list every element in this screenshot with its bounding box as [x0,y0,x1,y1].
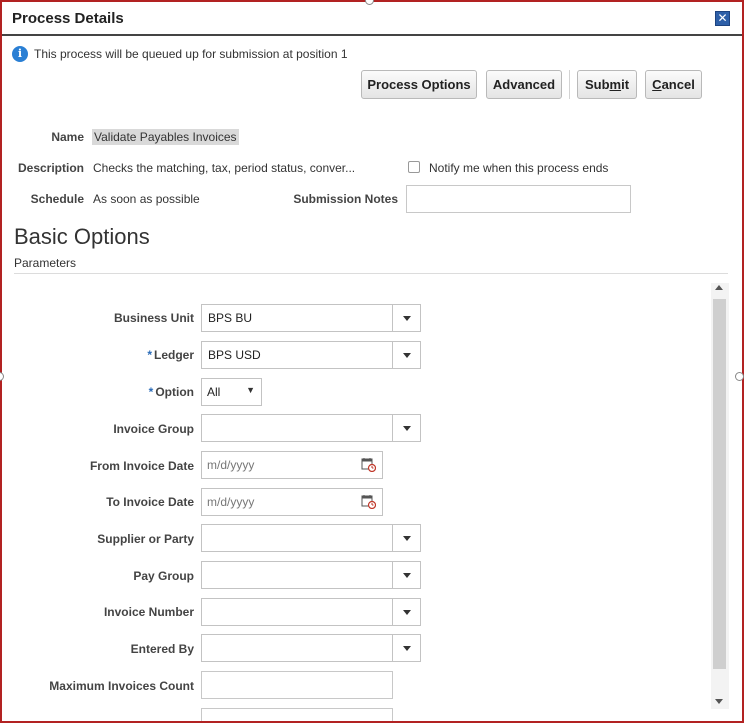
entered-by-value [202,635,392,661]
pay-group-value [202,562,392,588]
description-value: Checks the matching, tax, period status,… [93,161,356,175]
supplier-or-party-combo[interactable] [201,524,421,552]
chevron-down-icon[interactable] [392,305,420,331]
supplier-or-party-label: Supplier or Party [97,532,194,546]
max-invoices-count-label: Maximum Invoices Count [49,679,194,693]
next-field-input[interactable] [201,708,393,721]
calendar-icon[interactable] [361,494,376,509]
dialog-titlebar: Process Details ✕ [2,2,742,36]
from-invoice-date-input[interactable]: m/d/yyyy [201,451,383,479]
resize-handle-right[interactable] [735,372,744,381]
to-invoice-date-input[interactable]: m/d/yyyy [201,488,383,516]
name-label: Name [51,130,84,144]
section-divider [14,273,728,274]
business-unit-value: BPS BU [208,311,253,325]
notify-checkbox[interactable] [408,161,420,173]
to-invoice-date-label: To Invoice Date [106,495,194,509]
max-invoices-count-value [202,672,392,684]
description-label: Description [17,161,84,175]
process-options-button[interactable]: Process Options [361,70,477,99]
scroll-up-icon[interactable] [715,285,723,290]
close-icon[interactable]: ✕ [715,11,730,26]
dropdown-arrow-icon: ▼ [246,385,255,395]
chevron-down-icon[interactable] [392,635,420,661]
name-value: Validate Payables Invoices [92,129,239,145]
invoice-number-value [202,599,392,625]
invoice-number-combo[interactable] [201,598,421,626]
invoice-group-label: Invoice Group [113,422,194,436]
to-invoice-date-placeholder: m/d/yyyy [207,495,255,509]
chevron-down-icon[interactable] [392,562,420,588]
max-invoices-count-input[interactable] [201,671,393,699]
submission-notes-label: Submission Notes [293,192,398,206]
info-icon: i [12,46,28,62]
business-unit-label: Business Unit [113,311,194,325]
invoice-number-label: Invoice Number [103,605,194,619]
button-separator [569,70,570,99]
info-text: This process will be queued up for submi… [34,47,348,61]
ledger-value: BPS USD [208,348,261,362]
scroll-thumb[interactable] [713,299,726,669]
calendar-icon[interactable] [361,457,376,472]
supplier-or-party-value [202,525,392,551]
parameters-subtitle: Parameters [14,256,77,270]
parameters-scrollbar[interactable] [711,283,729,709]
scroll-down-icon[interactable] [715,699,723,704]
option-value: All [207,385,221,399]
chevron-down-icon[interactable] [392,525,420,551]
chevron-down-icon[interactable] [392,599,420,625]
invoice-group-value [202,415,392,441]
section-title: Basic Options [14,224,150,249]
entered-by-combo[interactable] [201,634,421,662]
submission-notes-input[interactable] [406,185,631,213]
cancel-button[interactable]: Cancel [645,70,702,99]
from-invoice-date-placeholder: m/d/yyyy [207,458,255,472]
chevron-down-icon[interactable] [392,342,420,368]
option-label: * Option [148,385,194,399]
pay-group-combo[interactable] [201,561,421,589]
schedule-label: Schedule [30,192,84,206]
dialog-title: Process Details [12,10,124,27]
ledger-label: * Ledger [147,348,194,362]
entered-by-label: Entered By [130,642,194,656]
schedule-value: As soon as possible [93,192,200,206]
business-unit-combo[interactable]: BPS BU [201,304,421,332]
submit-button[interactable]: Submit [577,70,637,99]
advanced-button[interactable]: Advanced [486,70,562,99]
from-invoice-date-label: From Invoice Date [89,459,194,473]
pay-group-label: Pay Group [133,569,194,583]
info-message: i This process will be queued up for sub… [12,46,348,62]
notify-label: Notify me when this process ends [429,161,609,175]
chevron-down-icon[interactable] [392,415,420,441]
option-select[interactable]: All ▼ [201,378,262,406]
process-details-dialog: Process Details ✕ i This process will be… [0,0,744,723]
invoice-group-combo[interactable] [201,414,421,442]
ledger-combo[interactable]: BPS USD [201,341,421,369]
